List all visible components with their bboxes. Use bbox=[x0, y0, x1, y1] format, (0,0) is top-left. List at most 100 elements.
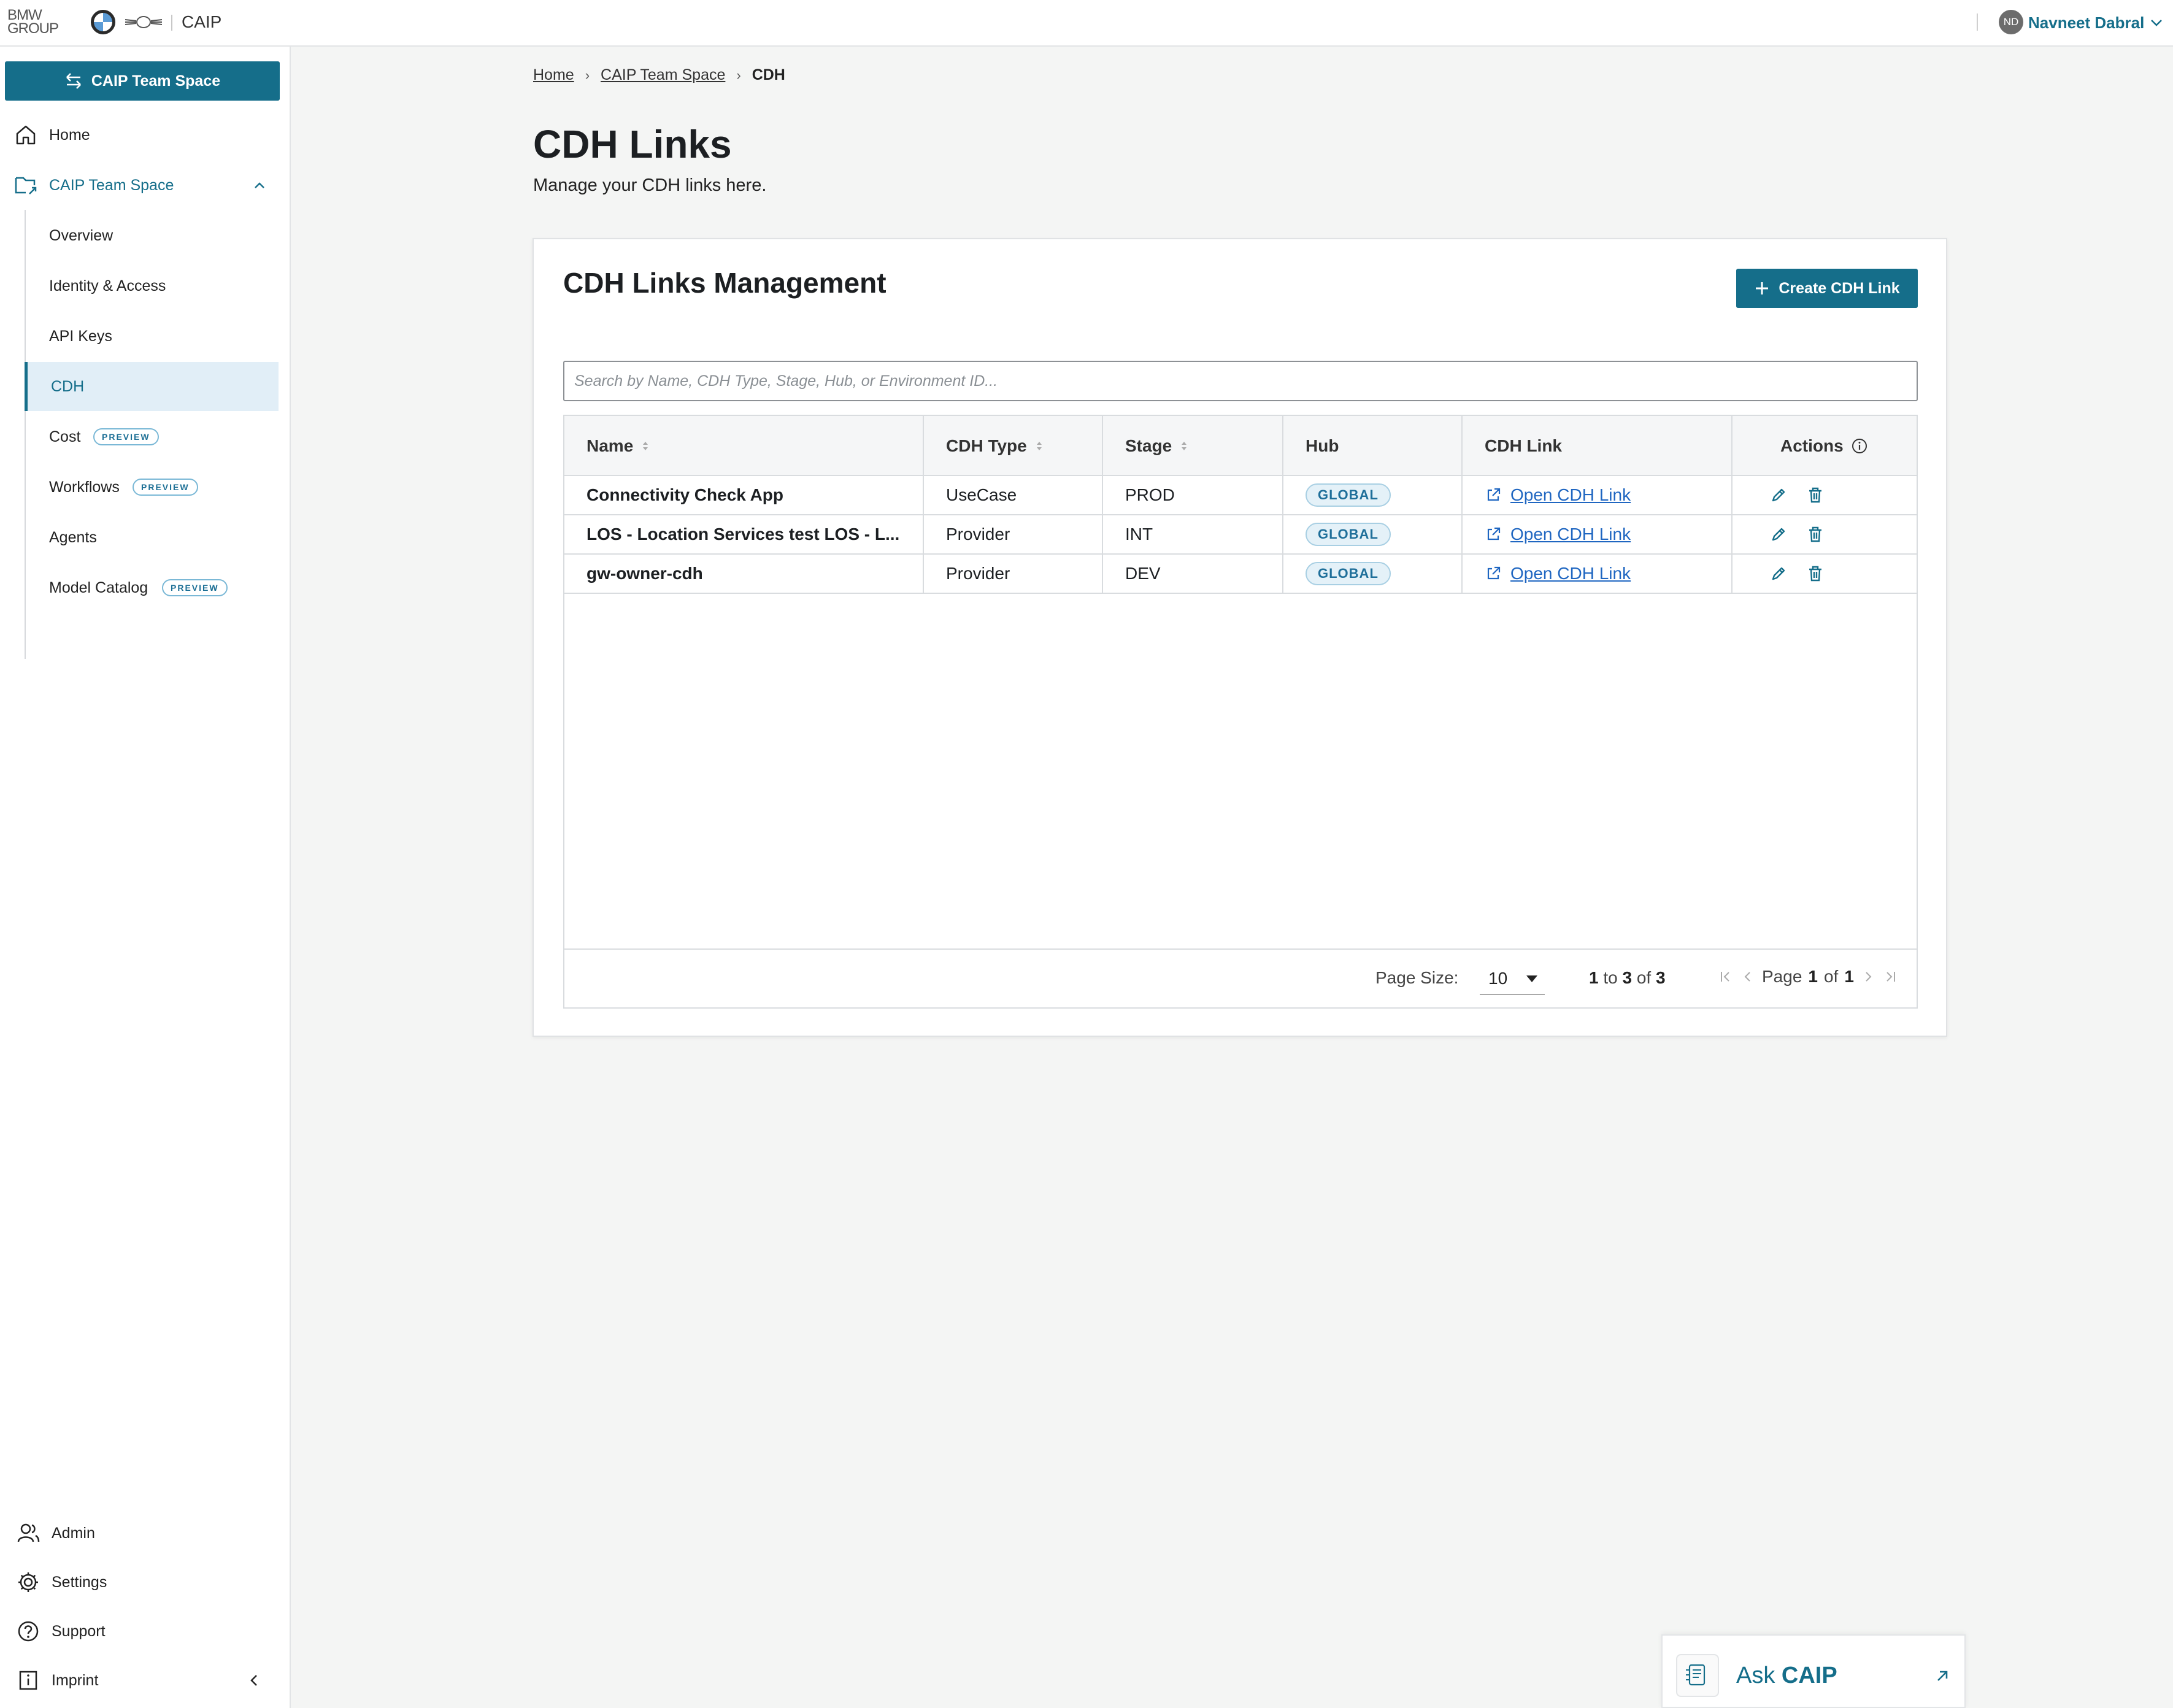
sidebar-item-team-space[interactable]: CAIP Team Space bbox=[0, 161, 291, 210]
user-name[interactable]: Navneet Dabral bbox=[2028, 13, 2144, 33]
sidebar-item-api-keys[interactable]: API Keys bbox=[26, 312, 280, 361]
edit-icon[interactable] bbox=[1769, 525, 1788, 544]
chevron-up-icon[interactable] bbox=[250, 176, 269, 194]
brand-line-2: GROUP bbox=[7, 20, 59, 37]
breadcrumb-home[interactable]: Home bbox=[533, 66, 574, 84]
cell-stage: PROD bbox=[1125, 485, 1175, 504]
column-header-hub: Hub bbox=[1306, 416, 1339, 476]
team-space-switch-button[interactable]: CAIP Team Space bbox=[5, 61, 280, 101]
open-cdh-link-label: Open CDH Link bbox=[1510, 485, 1631, 504]
external-link-icon bbox=[1487, 488, 1501, 501]
sidebar-item-label: Overview bbox=[49, 226, 113, 244]
collapse-sidebar-icon[interactable] bbox=[244, 1671, 264, 1690]
sidebar-item-home[interactable]: Home bbox=[0, 110, 291, 160]
sidebar-item-workflows[interactable]: Workflows PREVIEW bbox=[26, 463, 280, 512]
avatar[interactable]: ND bbox=[1999, 10, 2023, 34]
app-name: CAIP bbox=[182, 12, 222, 31]
column-header-actions: Actions bbox=[1780, 416, 1868, 476]
sidebar-item-label: API Keys bbox=[49, 327, 112, 345]
sidebar-item-model-catalog[interactable]: Model Catalog PREVIEW bbox=[26, 563, 280, 612]
cell-name: gw-owner-cdh bbox=[587, 564, 703, 583]
breadcrumb-team-space[interactable]: CAIP Team Space bbox=[601, 66, 725, 84]
cell-cdh-type: Provider bbox=[946, 564, 1010, 583]
open-cdh-link[interactable]: Open CDH Link bbox=[1485, 525, 1631, 544]
range-to-word: to bbox=[1603, 968, 1618, 987]
hub-badge: GLOBAL bbox=[1306, 483, 1391, 507]
edit-icon[interactable] bbox=[1769, 486, 1788, 504]
sidebar-item-admin[interactable]: Admin bbox=[0, 1509, 291, 1558]
page-size-select[interactable]: 10 bbox=[1480, 963, 1545, 995]
table-row: LOS - Location Services test LOS - L... … bbox=[564, 515, 1917, 555]
cell-stage: DEV bbox=[1125, 564, 1161, 583]
sidebar-item-label: Cost bbox=[49, 428, 81, 445]
delete-icon[interactable] bbox=[1806, 564, 1825, 583]
cell-stage: INT bbox=[1125, 525, 1153, 544]
external-link-icon bbox=[1487, 566, 1501, 580]
last-page-icon[interactable] bbox=[1882, 966, 1898, 988]
delete-icon[interactable] bbox=[1806, 525, 1825, 544]
sidebar-item-label: CDH bbox=[51, 377, 85, 395]
column-header-cdh-type[interactable]: CDH Type bbox=[946, 416, 1044, 476]
cell-actions bbox=[1769, 515, 1825, 553]
ask-caip-icon-box bbox=[1676, 1654, 1719, 1697]
open-cdh-link[interactable]: Open CDH Link bbox=[1485, 485, 1631, 505]
range-of-word: of bbox=[1636, 968, 1652, 987]
external-link-icon bbox=[1487, 527, 1501, 540]
sidebar-item-cost[interactable]: Cost PREVIEW bbox=[26, 412, 280, 461]
column-header-label: Hub bbox=[1306, 436, 1339, 455]
sidebar: CAIP Team Space Home CAIP Team Space Ove… bbox=[0, 47, 291, 1708]
page-total: 1 bbox=[1844, 967, 1854, 986]
column-header-name[interactable]: Name bbox=[587, 416, 650, 476]
swap-icon bbox=[66, 73, 81, 89]
previous-page-icon[interactable] bbox=[1740, 966, 1756, 988]
cell-name: Connectivity Check App bbox=[587, 485, 784, 504]
search-input[interactable] bbox=[563, 361, 1918, 401]
ask-caip-widget[interactable]: Ask CAIP bbox=[1661, 1634, 1966, 1708]
breadcrumb-current: CDH bbox=[752, 66, 785, 83]
cell-actions bbox=[1769, 555, 1825, 593]
info-icon[interactable] bbox=[1851, 437, 1868, 455]
create-cdh-link-button[interactable]: Create CDH Link bbox=[1736, 269, 1918, 308]
column-header-label: Name bbox=[587, 436, 634, 455]
sidebar-item-agents[interactable]: Agents bbox=[26, 513, 280, 562]
sidebar-item-imprint[interactable]: Imprint bbox=[0, 1656, 291, 1705]
gear-icon bbox=[18, 1572, 38, 1592]
cell-cdh-type: UseCase bbox=[946, 485, 1017, 504]
cell-actions bbox=[1769, 476, 1825, 514]
bmw-group-logo: BMW GROUP bbox=[7, 8, 59, 37]
sidebar-item-identity-access[interactable]: Identity & Access bbox=[26, 261, 280, 310]
column-header-label: Stage bbox=[1125, 436, 1172, 455]
edit-icon[interactable] bbox=[1769, 564, 1788, 583]
page-current: 1 bbox=[1808, 967, 1818, 986]
sidebar-item-settings[interactable]: Settings bbox=[0, 1558, 291, 1607]
sidebar-item-label: Settings bbox=[52, 1573, 107, 1591]
home-icon bbox=[16, 125, 36, 145]
sidebar-item-overview[interactable]: Overview bbox=[26, 211, 280, 260]
open-cdh-link-label: Open CDH Link bbox=[1510, 525, 1631, 544]
sidebar-item-support[interactable]: Support bbox=[0, 1607, 291, 1656]
ask-prefix: Ask bbox=[1736, 1663, 1775, 1688]
cell-name: LOS - Location Services test LOS - L... bbox=[587, 525, 900, 544]
breadcrumb: Home › CAIP Team Space › CDH bbox=[533, 66, 785, 84]
delete-icon[interactable] bbox=[1806, 486, 1825, 504]
pager: Page 1 of 1 bbox=[1718, 966, 1898, 988]
cell-hub: GLOBAL bbox=[1306, 515, 1391, 553]
sidebar-item-cdh[interactable]: CDH bbox=[25, 362, 279, 411]
card-title: CDH Links Management bbox=[563, 267, 887, 299]
sort-icon bbox=[643, 442, 648, 450]
sidebar-item-label: Agents bbox=[49, 528, 97, 546]
first-page-icon[interactable] bbox=[1718, 966, 1734, 988]
next-page-icon[interactable] bbox=[1860, 966, 1876, 988]
mini-logo-icon bbox=[125, 16, 163, 28]
expand-arrow-icon[interactable] bbox=[1933, 1666, 1952, 1686]
bmw-roundel-icon bbox=[91, 10, 115, 34]
open-cdh-link[interactable]: Open CDH Link bbox=[1485, 564, 1631, 583]
page-subtitle: Manage your CDH links here. bbox=[533, 175, 767, 195]
column-header-label: CDH Type bbox=[946, 436, 1027, 455]
cell-cdh-link: Open CDH Link bbox=[1485, 515, 1631, 553]
preview-badge: PREVIEW bbox=[133, 479, 198, 496]
chevron-down-icon[interactable] bbox=[2147, 13, 2166, 32]
chevron-right-icon: › bbox=[585, 67, 590, 83]
column-header-stage[interactable]: Stage bbox=[1125, 416, 1189, 476]
help-icon bbox=[18, 1621, 39, 1642]
